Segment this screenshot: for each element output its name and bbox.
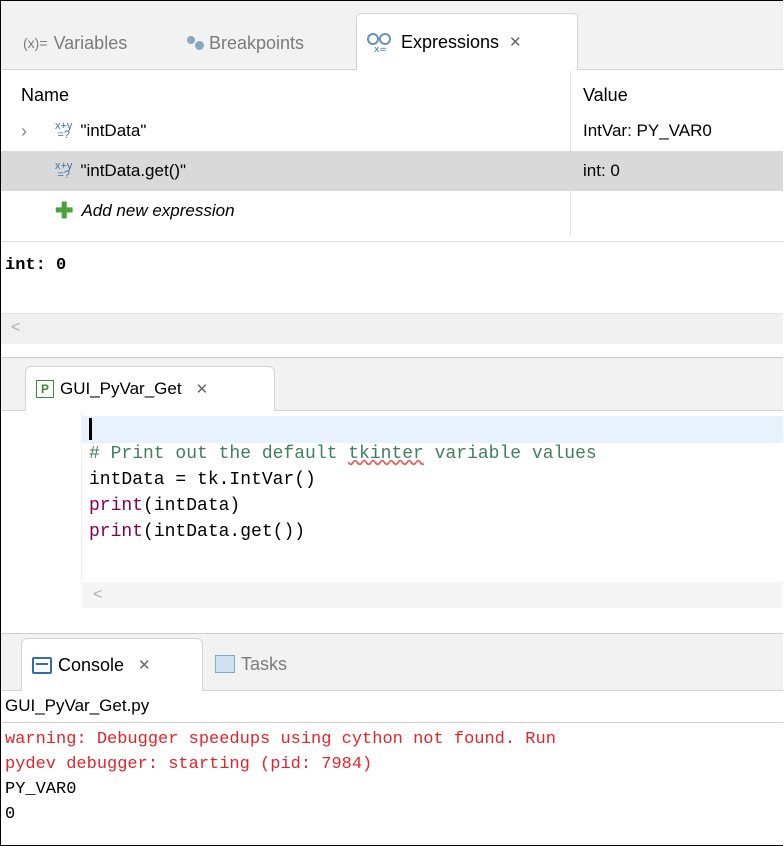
tab-variables[interactable]: (x)= Variables: [23, 21, 127, 65]
expand-chevron-icon[interactable]: ›: [21, 121, 27, 142]
detail-text: int: 0: [5, 256, 67, 275]
tab-tasks[interactable]: Tasks: [207, 638, 287, 690]
tab-tasks-label: Tasks: [241, 653, 288, 674]
text-caret: [89, 418, 92, 440]
tab-breakpoints-label: Breakpoints: [209, 32, 305, 53]
editor-panel: P GUI_PyVar_Get ✕ # Print out the defaul…: [1, 357, 783, 630]
svg-text:x=: x=: [374, 45, 387, 53]
close-icon[interactable]: ✕: [138, 656, 151, 674]
spelling-error: tkinter: [348, 444, 424, 464]
breakpoints-icon: [187, 35, 204, 51]
console-icon: [32, 656, 52, 674]
tab-expressions-label: Expressions: [401, 31, 500, 52]
editor-horizontal-scrollbar[interactable]: <: [81, 582, 783, 608]
close-icon[interactable]: ✕: [509, 33, 522, 51]
print-keyword: print: [89, 522, 144, 542]
tab-console[interactable]: Console ✕: [21, 638, 203, 691]
expression-value: IntVar: PY_VAR0: [583, 121, 712, 140]
horizontal-scrollbar[interactable]: <: [1, 313, 783, 344]
console-panel: Console ✕ Tasks GUI_PyVar_Get.py warning…: [1, 633, 783, 845]
editor-tabbar: P GUI_PyVar_Get ✕: [1, 358, 783, 411]
tab-variables-label: Variables: [53, 32, 128, 53]
print-keyword: print: [89, 496, 144, 516]
code-line-comment: # Print out the default tkinter variable…: [89, 444, 597, 464]
add-expression-label: Add new expression: [81, 201, 235, 220]
console-line-output: PY_VAR0: [5, 780, 77, 799]
tab-console-label: Console: [58, 654, 125, 675]
expression-name: "intData.get()": [80, 161, 187, 180]
code-line: print(intData.get()): [89, 522, 306, 542]
console-separator: [1, 722, 783, 723]
ide-window: (x)= Variables Breakpoints x= Expression…: [0, 0, 783, 846]
python-file-icon: P: [36, 380, 54, 398]
console-title: GUI_PyVar_Get.py: [5, 696, 150, 715]
current-line-highlight: [81, 416, 783, 443]
tab-expressions[interactable]: x= Expressions ✕: [356, 13, 578, 70]
tab-breakpoints[interactable]: Breakpoints: [187, 21, 304, 65]
close-icon[interactable]: ✕: [196, 380, 209, 398]
add-expression-row[interactable]: ✚ Add new expression: [17, 191, 783, 231]
console-tabbar: Console ✕ Tasks: [1, 634, 783, 691]
table-row[interactable]: › x+y =? "intData" IntVar: PY_VAR0: [17, 111, 783, 151]
column-value-header[interactable]: Value: [583, 85, 628, 106]
expression-detail-pane[interactable]: int: 0: [1, 241, 783, 312]
plus-icon: ✚: [55, 198, 74, 223]
scroll-left-arrow-icon[interactable]: <: [11, 319, 20, 337]
debug-tabbar: (x)= Variables Breakpoints x= Expression…: [1, 1, 783, 70]
code-line: intData = tk.IntVar(): [89, 470, 316, 490]
variables-icon: (x)=: [23, 35, 48, 51]
console-line-warning: warning: Debugger speedups using cython …: [5, 730, 556, 749]
code-area[interactable]: # Print out the default tkinter variable…: [81, 412, 783, 602]
expression-name: "intData": [80, 121, 147, 140]
table-row[interactable]: x+y =? "intData.get()" int: 0: [1, 151, 783, 191]
column-name-header[interactable]: Name: [21, 85, 69, 106]
expressions-panel: (x)= Variables Breakpoints x= Expression…: [1, 1, 783, 351]
scroll-left-arrow-icon[interactable]: <: [93, 586, 102, 604]
console-line-debugger: pydev debugger: starting (pid: 7984): [5, 755, 373, 774]
expressions-icon: x=: [367, 33, 391, 53]
tab-gui-pyvar-get[interactable]: P GUI_PyVar_Get ✕: [25, 366, 275, 411]
expression-icon: x+y =?: [55, 120, 73, 141]
tasks-icon: [215, 655, 235, 673]
editor-tab-label: GUI_PyVar_Get: [60, 379, 182, 398]
table-header: Name Value: [17, 71, 783, 111]
console-line-output: 0: [5, 805, 16, 824]
editor-ruler: [1, 412, 82, 602]
code-line: print(intData): [89, 496, 241, 516]
expression-value: int: 0: [583, 161, 620, 180]
expression-icon: x+y =?: [55, 160, 73, 181]
